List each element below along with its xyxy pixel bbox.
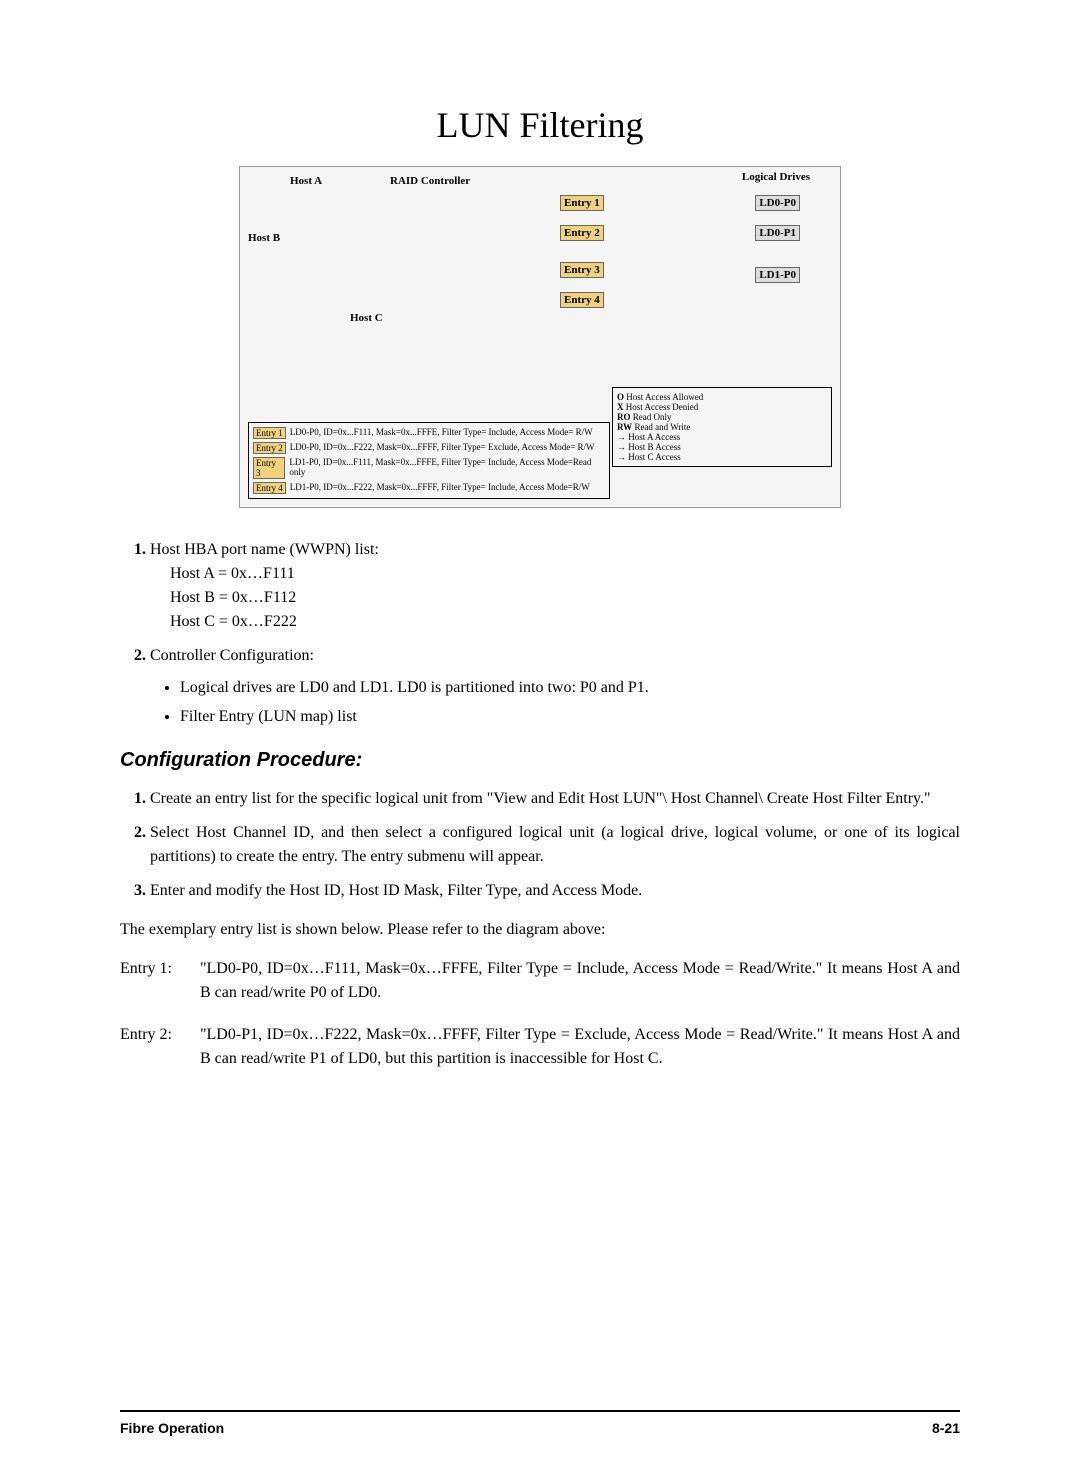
host-b-wwpn: Host B = 0x…F112 [170,586,960,610]
footer-right: 8-21 [932,1420,960,1436]
entry-2-desc: "LD0-P1, ID=0x…F222, Mask=0x…FFFF, Filte… [200,1023,960,1071]
legend-host-a: Host A Access [628,432,680,442]
legend-host-b: Host B Access [628,442,681,452]
diagram-entry2: Entry 2 [560,225,604,241]
diagram-entry3: Entry 3 [560,262,604,278]
diagram-entry1-text: LD0-P0, ID=0x...F111, Mask=0x...FFFE, Fi… [290,427,593,439]
list-item: Host HBA port name (WWPN) list: Host A =… [150,538,960,634]
info-list: Host HBA port name (WWPN) list: Host A =… [120,538,960,729]
procedure-heading: Configuration Procedure: [120,749,960,772]
legend-ro: Read Only [633,412,672,422]
page-title: LUN Filtering [120,104,960,146]
host-a-wwpn: Host A = 0x…F111 [170,562,960,586]
entry-2-label: Entry 2: [120,1023,200,1071]
diagram-ld0p1: LD0-P1 [755,225,800,241]
diagram-ld1p0: LD1-P0 [755,267,800,283]
diagram-raid-label: RAID Controller [390,175,470,187]
diagram-logical-drives-label: Logical Drives [742,171,810,183]
diagram-host-b-label: Host B [248,232,280,244]
diagram-entry4-text: LD1-P0, ID=0x...F222, Mask=0x...FFFF, Fi… [290,482,590,494]
legend-allowed: Host Access Allowed [626,392,703,402]
procedure-step-3: Enter and modify the Host ID, Host ID Ma… [150,879,960,903]
legend-denied: Host Access Denied [626,402,698,412]
diagram-entry4: Entry 4 [560,292,604,308]
diagram-entry3-text: LD1-P0, ID=0x...F111, Mask=0x...FFFE, Fi… [289,457,605,479]
list-item: Controller Configuration: Logical drives… [150,644,960,729]
entry-1: Entry 1: "LD0-P0, ID=0x…F111, Mask=0x…FF… [120,957,960,1005]
page-footer: Fibre Operation 8-21 [120,1410,960,1436]
diagram-entry2-text: LD0-P0, ID=0x...F222, Mask=0x...FFFF, Fi… [290,442,595,454]
example-intro: The exemplary entry list is shown below.… [120,918,960,942]
diagram-entry1: Entry 1 [560,195,604,211]
diagram-entry4-row-label: Entry 4 [253,482,286,494]
list-item-text: Host HBA port name (WWPN) list: [150,541,379,558]
list-item-text: Controller Configuration: [150,647,314,664]
config-sub-a: Logical drives are LD0 and LD1. LD0 is p… [180,676,960,700]
lun-filtering-diagram: Host A RAID Controller Logical Drives Ho… [239,166,841,508]
legend-rw: Read and Write [634,422,690,432]
procedure-step-1: Create an entry list for the specific lo… [150,787,960,811]
diagram-host-a-label: Host A [290,175,322,187]
diagram-ld0p0: LD0-P0 [755,195,800,211]
diagram-entry2-row-label: Entry 2 [253,442,286,454]
footer-left: Fibre Operation [120,1420,224,1436]
entry-1-label: Entry 1: [120,957,200,1005]
entry-2: Entry 2: "LD0-P1, ID=0x…F222, Mask=0x…FF… [120,1023,960,1071]
diagram-entry1-row-label: Entry 1 [253,427,286,439]
legend-host-c: Host C Access [628,452,681,462]
config-sub-b: Filter Entry (LUN map) list [180,705,960,729]
procedure-step-2: Select Host Channel ID, and then select … [150,821,960,869]
entry-1-desc: "LD0-P0, ID=0x…F111, Mask=0x…FFFE, Filte… [200,957,960,1005]
diagram-entry3-row-label: Entry 3 [253,457,285,479]
diagram-host-c-label: Host C [350,312,383,324]
procedure-list: Create an entry list for the specific lo… [120,787,960,903]
host-c-wwpn: Host C = 0x…F222 [170,610,960,634]
